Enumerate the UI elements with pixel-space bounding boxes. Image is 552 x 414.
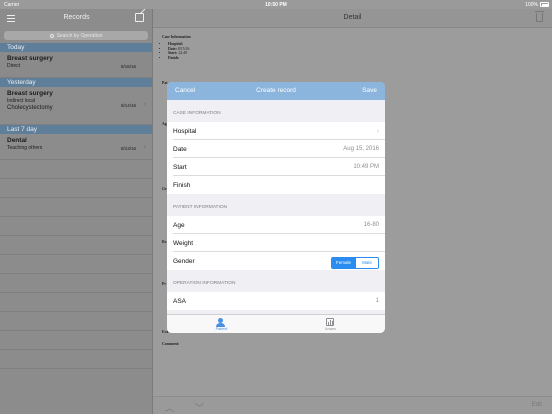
search-icon: [49, 33, 54, 38]
modal-tab-bar: Patient Anaes: [167, 314, 385, 333]
gender-field: Gender Female Male: [167, 252, 385, 270]
record-title: Breast surgery: [7, 90, 53, 97]
empty-row: [0, 293, 152, 312]
empty-row: [0, 236, 152, 255]
tab-label: Patient: [215, 327, 228, 331]
records-title: Records: [63, 14, 90, 21]
asa-field[interactable]: ASA 1: [167, 292, 385, 310]
doc-label: Re: [162, 240, 167, 244]
record-row[interactable]: Breast surgery Indirect local Cholecyste…: [0, 87, 152, 125]
gender-male-option[interactable]: Male: [355, 258, 378, 268]
doc-heading: Case Information: [162, 35, 191, 39]
chevron-right-icon: ›: [143, 144, 146, 151]
modal-header: Cancel Create record Save: [167, 82, 385, 100]
search-bar: Search by Operation: [0, 29, 152, 43]
tab-anaes[interactable]: Anaes: [276, 317, 385, 331]
create-record-modal: Cancel Create record Save CASE INFORMATI…: [167, 82, 385, 333]
gender-label: Gender: [173, 257, 195, 265]
empty-row: [0, 255, 152, 274]
doc-item: Date: 8/15/16: [168, 47, 191, 51]
doc-item: Hospital:: [168, 42, 191, 46]
empty-row: [0, 160, 152, 179]
empty-row: [0, 312, 152, 331]
chart-icon: [276, 317, 385, 326]
asa-value: 1: [375, 298, 379, 304]
record-date: 8/13/16: [120, 146, 136, 151]
patient-info-header: PATIENT INFORMATION: [173, 205, 228, 210]
record-date: 8/15/16: [120, 64, 136, 69]
compose-icon[interactable]: [135, 13, 144, 22]
battery-percent: 100%: [525, 1, 538, 8]
trash-icon[interactable]: [535, 11, 544, 22]
person-icon: [167, 317, 276, 327]
empty-row: [0, 350, 152, 369]
finish-field[interactable]: Finish: [167, 176, 385, 194]
finish-label: Finish: [173, 181, 191, 189]
modal-title: Create record: [256, 87, 296, 94]
section-header-yesterday: Yesterday: [0, 78, 152, 87]
section-header-last-7-day: Last 7 day: [0, 125, 152, 134]
records-navbar: Records: [0, 9, 152, 29]
edit-button[interactable]: Edit: [532, 402, 542, 408]
empty-row: [0, 331, 152, 350]
doc-comment-label: Comment:: [162, 342, 180, 346]
chevron-right-icon: ›: [376, 127, 379, 135]
empty-row: [0, 217, 152, 236]
doc-item: Finish:: [168, 56, 191, 60]
records-pane: Records Search by Operation Today Breast…: [0, 9, 153, 414]
case-info-header: CASE INFORMATION: [173, 111, 221, 116]
chevron-up-icon[interactable]: ︿: [165, 401, 174, 414]
doc-label: Ag: [162, 122, 167, 126]
gender-segmented-control: Female Male: [331, 257, 379, 269]
record-title: Breast surgery: [7, 55, 53, 62]
empty-row: [0, 179, 152, 198]
hospital-field[interactable]: Hospital ›: [167, 122, 385, 140]
doc-label: Pr: [162, 282, 167, 286]
start-value: 10:49 PM: [353, 164, 379, 170]
date-field[interactable]: Date Aug 15, 2016: [167, 140, 385, 158]
detail-toolbar: ︿ ﹀ Edit: [153, 396, 552, 414]
record-row[interactable]: Breast surgery Direct 8/15/16: [0, 52, 152, 78]
detail-title: Detail: [343, 14, 362, 21]
weight-label: Weight: [173, 239, 194, 247]
status-bar: Carrier 10:50 PM 100%: [0, 0, 552, 9]
case-document: Case Information Hospital: Date: 8/15/16…: [162, 35, 191, 60]
search-placeholder: Search by Operation: [56, 32, 103, 39]
age-label: Age: [173, 221, 185, 229]
operation-info-header: OPERATION INFORMATION: [173, 281, 236, 286]
battery-icon: [540, 2, 549, 7]
tab-label: Anaes: [325, 327, 336, 331]
clock: 10:50 PM: [265, 1, 287, 8]
search-input[interactable]: Search by Operation: [4, 31, 148, 40]
record-row[interactable]: Dental Teaching others 8/13/16 ›: [0, 134, 152, 160]
chevron-right-icon: ›: [143, 101, 146, 108]
start-field[interactable]: Start 10:49 PM: [167, 158, 385, 176]
age-field[interactable]: Age 16-80: [167, 216, 385, 234]
empty-row: [0, 198, 152, 217]
detail-navbar: Detail: [153, 9, 552, 28]
record-date: 8/14/16: [120, 103, 136, 108]
doc-item: Start: 22:49: [168, 51, 191, 55]
chevron-down-icon[interactable]: ﹀: [195, 401, 204, 414]
doc-label: Ge: [162, 187, 167, 191]
hospital-label: Hospital: [173, 127, 197, 135]
weight-field[interactable]: Weight: [167, 234, 385, 252]
asa-label: ASA: [173, 297, 187, 305]
date-value: Aug 15, 2016: [343, 146, 379, 152]
gender-female-option[interactable]: Female: [332, 258, 355, 268]
section-header-today: Today: [0, 43, 152, 52]
age-value: 16-80: [363, 222, 379, 228]
record-title: Dental: [7, 137, 27, 144]
start-label: Start: [173, 163, 187, 171]
date-label: Date: [173, 145, 187, 153]
empty-row: [0, 274, 152, 293]
save-button[interactable]: Save: [362, 87, 377, 94]
tab-patient[interactable]: Patient: [167, 317, 276, 331]
